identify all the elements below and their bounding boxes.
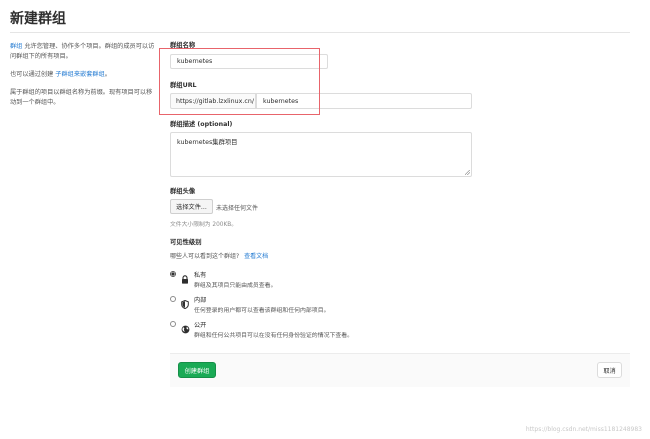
resize-handle-icon[interactable] [465, 170, 470, 175]
sidebar-namespace: 属于群组的项目以群组名称为前缀。现有项目可以移动到一个群组中。 [10, 89, 153, 106]
sidebar-intro-text: 允许您管理、协作多个项目。群组的成员可以访问群组下的所有项目。 [10, 43, 155, 60]
visibility-label: 可见性级别 [170, 239, 202, 246]
avatar-label: 群组头像 [170, 188, 196, 195]
no-file-text: 未选择任何文件 [216, 205, 259, 212]
title-divider [10, 32, 630, 33]
visibility-internal-desc: 任何登录的用户都可以查看该群组和任何内部项目。 [194, 308, 330, 314]
visibility-internal-title: 内部 [194, 297, 207, 304]
sidebar-nested-prefix: 也可以通过创建 [10, 71, 54, 78]
visibility-public-title: 公开 [194, 322, 207, 329]
description-label: 群组描述 (optional) [170, 121, 233, 128]
view-docs-link[interactable]: 查看文档 [244, 253, 268, 260]
visibility-private-title: 私有 [194, 272, 207, 279]
description-value: kubernetes集群项目 [177, 139, 238, 146]
highlight-box [159, 48, 320, 115]
form-actions [170, 353, 630, 387]
visibility-private-desc: 群组及其项目只能由成员查看。 [194, 283, 277, 289]
sidebar-nested-suffix: 。 [104, 71, 111, 78]
visibility-internal-radio[interactable] [170, 296, 176, 302]
subgroups-link[interactable]: 子群组来嵌套群组 [55, 71, 105, 78]
groups-link[interactable]: 群组 [10, 43, 22, 50]
description-textarea[interactable]: kubernetes集群项目 [170, 132, 472, 177]
shield-icon [181, 294, 189, 310]
create-group-button[interactable]: 创建群组 [178, 362, 216, 378]
sidebar-nested: 也可以通过创建 子群组来嵌套群组。 [10, 70, 155, 80]
watermark: https://blog.csdn.net/miss1181248983 [525, 426, 642, 433]
page-title: 新建群组 [10, 11, 66, 27]
visibility-public-radio[interactable] [170, 321, 176, 327]
cancel-button[interactable]: 取消 [597, 362, 622, 378]
visibility-public-desc: 群组和任何公共项目可以在没有任何身份验证的情况下查看。 [194, 333, 354, 339]
lock-icon [181, 269, 189, 284]
visibility-question-text: 哪些人可以看到这个群组? [170, 253, 240, 260]
globe-icon [181, 319, 190, 334]
sidebar-intro: 群组 允许您管理、协作多个项目。群组的成员可以访问群组下的所有项目。 [10, 42, 155, 61]
choose-file-button[interactable]: 选择文件... [170, 199, 213, 214]
visibility-private-radio[interactable] [170, 271, 176, 277]
avatar-size-hint: 文件大小限制为 200KB。 [170, 222, 238, 228]
visibility-question: 哪些人可以看到这个群组? 查看文档 [170, 251, 268, 260]
